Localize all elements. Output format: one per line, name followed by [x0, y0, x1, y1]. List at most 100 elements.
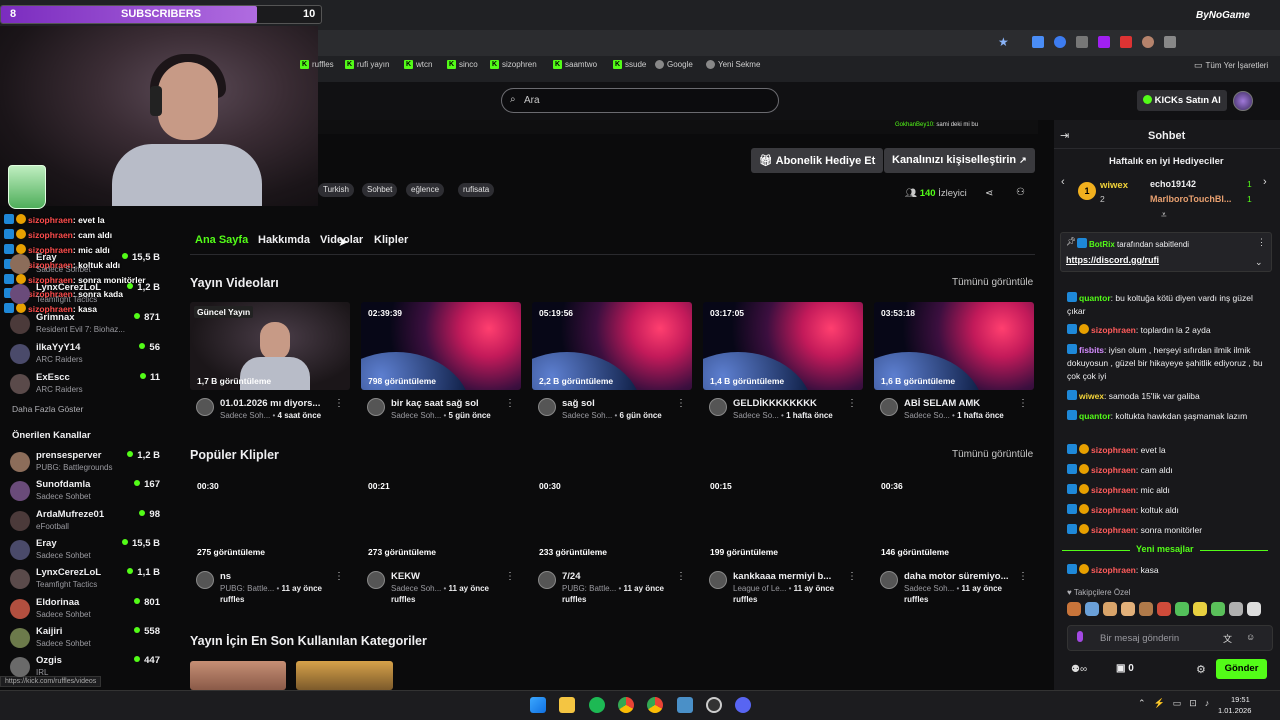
gifters-prev-icon[interactable]: ‹: [1061, 176, 1065, 188]
emoji-icon[interactable]: ☺: [1246, 632, 1255, 642]
buy-kicks-button[interactable]: KICKs Satın Al: [1137, 90, 1227, 111]
obs-icon[interactable]: [706, 697, 722, 713]
channel-avatar[interactable]: [709, 571, 727, 589]
recommended-channel[interactable]: Sunofdamla Sadece Sohbet 167: [10, 479, 160, 507]
channel-avatar[interactable]: [538, 398, 556, 416]
all-bookmarks[interactable]: ▭ Tüm Yer İşaretleri: [1194, 60, 1268, 71]
chat-username[interactable]: sizophraen: [1091, 465, 1136, 475]
gifters-next-icon[interactable]: ›: [1263, 176, 1267, 188]
video-title[interactable]: GELDİKKKKKKKK: [733, 398, 843, 409]
clip-channel[interactable]: ruffles: [562, 595, 586, 604]
emote-icon[interactable]: [1067, 602, 1081, 616]
video-title[interactable]: sağ sol: [562, 398, 672, 409]
search-input[interactable]: ⌕ Ara: [501, 88, 779, 113]
channel-tag[interactable]: rufisata: [458, 183, 495, 197]
recommended-channel[interactable]: ArdaMufreze01 eFootball 98: [10, 509, 160, 537]
channel-tag[interactable]: eğlence: [406, 183, 445, 197]
more-options-icon[interactable]: ⋮: [505, 571, 515, 582]
emote-icon[interactable]: [1085, 602, 1099, 616]
gift-sub-button[interactable]: 🎁︎ Abonelik Hediye Et: [751, 148, 884, 173]
recommended-channel[interactable]: Eldorinaa Sadece Sohbet 801: [10, 597, 160, 625]
channel-avatar[interactable]: [880, 571, 898, 589]
popular-clips-see-all[interactable]: Tümünü görüntüle: [952, 449, 1033, 460]
tray-icons[interactable]: ⌃⚡▭⊡♪: [1138, 698, 1217, 709]
more-options-icon[interactable]: ⋮: [676, 571, 686, 582]
more-options-icon[interactable]: ⋮: [1018, 398, 1028, 409]
clip-channel[interactable]: ruffles: [391, 595, 415, 604]
channel-avatar[interactable]: [880, 398, 898, 416]
discord-icon[interactable]: [735, 697, 751, 713]
bookmark-item[interactable]: Krufi yayın: [345, 60, 389, 69]
windows-start-icon[interactable]: [530, 697, 546, 713]
bookmark-item[interactable]: Ksizophren: [490, 60, 537, 69]
followed-channel[interactable]: ilkaYyY14 ARC Raiders 56: [10, 342, 160, 370]
bookmark-item[interactable]: Kwtcn: [404, 60, 432, 69]
followed-channel[interactable]: LynxCerezLoL Teamfight Tactics 1,2 B: [10, 282, 160, 310]
pinned-link[interactable]: https://discord.gg/rufi: [1066, 255, 1159, 265]
clip-channel[interactable]: ruffles: [904, 595, 928, 604]
chat-username[interactable]: fisbits: [1079, 345, 1104, 355]
clip-title[interactable]: KEKW: [391, 571, 501, 582]
chat-username[interactable]: quantor: [1079, 411, 1111, 421]
chrome-active-icon[interactable]: [647, 697, 663, 713]
app-icon[interactable]: [677, 697, 693, 713]
recommended-channel[interactable]: Kaijiri Sadece Sohbet 558: [10, 626, 160, 654]
chat-username[interactable]: sizophraen: [1091, 485, 1136, 495]
file-explorer-icon[interactable]: [559, 697, 575, 713]
video-title[interactable]: 01.01.2026 mı diyors...: [220, 398, 330, 409]
follow-user-icon[interactable]: ⚇: [1016, 187, 1025, 198]
channel-avatar[interactable]: [538, 571, 556, 589]
video-title[interactable]: ABİ SELAM AMK: [904, 398, 1014, 409]
more-options-icon[interactable]: ⋮: [334, 571, 344, 582]
channel-tag[interactable]: Sohbet: [362, 183, 398, 197]
channel-avatar[interactable]: [367, 571, 385, 589]
channel-avatar[interactable]: [367, 398, 385, 416]
chat-settings-icon[interactable]: ⚙: [1196, 663, 1206, 676]
translate-icon[interactable]: 文: [1223, 632, 1232, 645]
chat-username[interactable]: sizophraen: [1091, 325, 1136, 335]
more-options-icon[interactable]: ⋮: [1018, 571, 1028, 582]
followed-channel[interactable]: ExEscc ARC Raiders 11: [10, 372, 160, 400]
extension-icons[interactable]: [1032, 36, 1176, 48]
user-avatar[interactable]: [1233, 91, 1253, 111]
bookmark-item[interactable]: Ksaamtwo: [553, 60, 597, 69]
followed-channel[interactable]: Grimnax Resident Evil 7: Biohaz... 871: [10, 312, 160, 340]
followed-channel[interactable]: Eray Sadece Sohbet 15,5 B: [10, 252, 160, 280]
video-title[interactable]: bir kaç saat sağ sol: [391, 398, 501, 409]
video-thumbnail[interactable]: 05:19:56 2,2 B görüntüleme: [532, 302, 692, 390]
channel-avatar[interactable]: [196, 571, 214, 589]
show-more-link[interactable]: Daha Fazla Göster: [12, 404, 83, 414]
more-options-icon[interactable]: ⋮: [334, 398, 344, 409]
emote-icon[interactable]: [1229, 602, 1243, 616]
emote-icon[interactable]: [1139, 602, 1153, 616]
clip-channel[interactable]: ruffles: [733, 595, 757, 604]
emote-icon[interactable]: [1175, 602, 1189, 616]
clip-title[interactable]: ns: [220, 571, 330, 582]
recommended-channel[interactable]: Ozgis IRL 447: [10, 655, 160, 683]
clip-title[interactable]: kankkaaa mermiyi b...: [733, 571, 843, 582]
emote-icon[interactable]: [1121, 602, 1135, 616]
pinned-more-icon[interactable]: ⋮: [1257, 237, 1266, 248]
collapse-chat-icon[interactable]: ⇥: [1060, 129, 1069, 142]
chat-username[interactable]: sizophraen: [1091, 505, 1136, 515]
recommended-channel[interactable]: Eray Sadece Sohbet 15,5 B: [10, 538, 160, 566]
video-thumbnail[interactable]: 03:53:18 1,6 B görüntüleme: [874, 302, 1034, 390]
video-thumbnail[interactable]: 03:17:05 1,4 B görüntüleme: [703, 302, 863, 390]
category-card[interactable]: [296, 661, 393, 690]
video-thumbnail[interactable]: Güncel Yayın 1,7 B görüntüleme: [190, 302, 350, 390]
emote-icon[interactable]: [1211, 602, 1225, 616]
bookmark-item[interactable]: Ksinco: [447, 60, 478, 69]
points-icon[interactable]: ⚉∞: [1071, 664, 1087, 675]
bookmark-item[interactable]: Kssude: [613, 60, 646, 69]
bookmark-item[interactable]: Yeni Sekme: [706, 60, 760, 69]
clip-channel[interactable]: ruffles: [220, 595, 244, 604]
channel-avatar[interactable]: [709, 398, 727, 416]
send-button[interactable]: Gönder: [1216, 659, 1267, 679]
recommended-channel[interactable]: prensesperver PUBG: Battlegrounds 1,2 B: [10, 450, 160, 478]
emote-icon[interactable]: [1247, 602, 1261, 616]
bookmark-item[interactable]: Kruffles: [300, 60, 334, 69]
more-options-icon[interactable]: ⋮: [505, 398, 515, 409]
customize-channel-button[interactable]: Kanalınızı kişiselleştirin ↗: [884, 148, 1035, 173]
channel-avatar[interactable]: [196, 398, 214, 416]
channel-tag[interactable]: Turkish: [318, 183, 354, 197]
